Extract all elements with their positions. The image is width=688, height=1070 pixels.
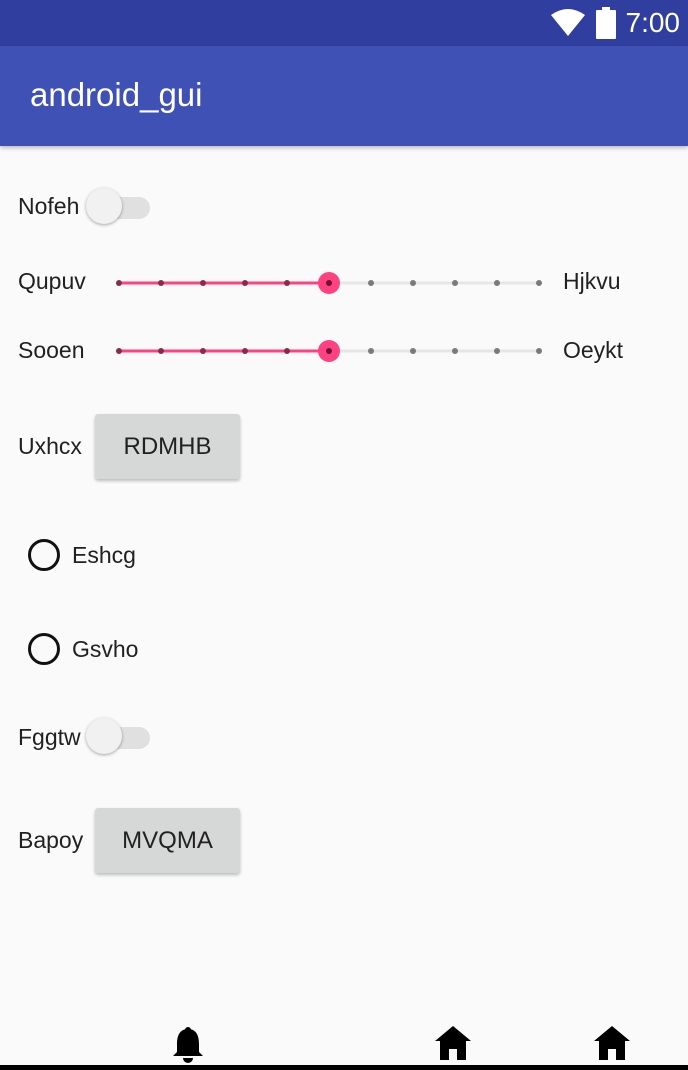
- seekbar-tick: [284, 348, 290, 354]
- seekbar-tick: [452, 280, 458, 286]
- switch-thumb[interactable]: [86, 718, 122, 754]
- home-icon[interactable]: [594, 1026, 630, 1060]
- status-icons: 7:00: [550, 6, 681, 40]
- toggle-switch-nofeh[interactable]: [86, 188, 152, 228]
- seekbar-tick: [116, 280, 122, 286]
- seekbar-tick: [284, 280, 290, 286]
- seekbar-sooen[interactable]: [108, 331, 546, 371]
- slider-label-sooen: Sooen: [18, 337, 85, 363]
- seekbar-tick: [452, 348, 458, 354]
- radio-label-gsvho: Gsvho: [72, 635, 139, 662]
- toggle-switch-fggtw[interactable]: [86, 718, 152, 758]
- radio-eshcg[interactable]: Eshcg: [28, 535, 136, 575]
- seekbar-thumb-center: [326, 348, 332, 354]
- bell-icon[interactable]: [171, 1026, 205, 1066]
- rdmhb-button[interactable]: RDMHB: [95, 414, 240, 479]
- app-bar: android_gui: [0, 46, 688, 146]
- seekbar-tick: [410, 348, 416, 354]
- button-label-uxhcx: Uxhcx: [18, 433, 82, 459]
- seekbar-tick: [536, 348, 542, 354]
- radio-gsvho[interactable]: Gsvho: [28, 629, 138, 669]
- app-title: android_gui: [30, 76, 203, 113]
- mvqma-button[interactable]: MVQMA: [95, 808, 240, 873]
- switch-thumb[interactable]: [86, 188, 122, 224]
- seekbar-tick: [368, 280, 374, 286]
- seekbar-tick: [410, 280, 416, 286]
- bottom-navigation: [0, 1016, 688, 1070]
- battery-icon: [595, 7, 616, 39]
- switch-label-fggtw: Fggtw: [18, 724, 81, 750]
- seekbar-thumb-center: [326, 280, 332, 286]
- slider-end-label-oeykt: Oeykt: [563, 337, 624, 363]
- status-time: 7:00: [625, 7, 681, 38]
- seekbar-tick: [368, 348, 374, 354]
- seekbar-tick: [494, 348, 500, 354]
- seekbar-tick: [116, 348, 122, 354]
- radio-circle-icon[interactable]: [28, 539, 60, 571]
- slider-label-qupuv: Qupuv: [18, 268, 86, 294]
- status-bar: 7:00: [0, 0, 688, 46]
- slider-end-label-hjkvu: Hjkvu: [563, 268, 621, 294]
- seekbar-graphic: [116, 340, 542, 362]
- button-label-bapoy: Bapoy: [18, 827, 84, 853]
- seekbar-tick: [242, 280, 248, 286]
- seekbar-tick: [494, 280, 500, 286]
- seekbar-tick: [158, 280, 164, 286]
- wifi-icon: [550, 9, 585, 36]
- seekbar-qupuv[interactable]: [108, 263, 546, 303]
- seekbar-tick: [242, 348, 248, 354]
- seekbar-graphic: [116, 272, 542, 294]
- seekbar-tick: [200, 348, 206, 354]
- radio-circle-icon[interactable]: [28, 633, 60, 665]
- radio-label-eshcg: Eshcg: [72, 541, 136, 568]
- nav-bar-edge: [0, 1065, 688, 1070]
- seekbar-tick: [200, 280, 206, 286]
- home-icon[interactable]: [435, 1026, 471, 1060]
- switch-label-nofeh: Nofeh: [18, 193, 80, 219]
- seekbar-tick: [158, 348, 164, 354]
- seekbar-tick: [536, 280, 542, 286]
